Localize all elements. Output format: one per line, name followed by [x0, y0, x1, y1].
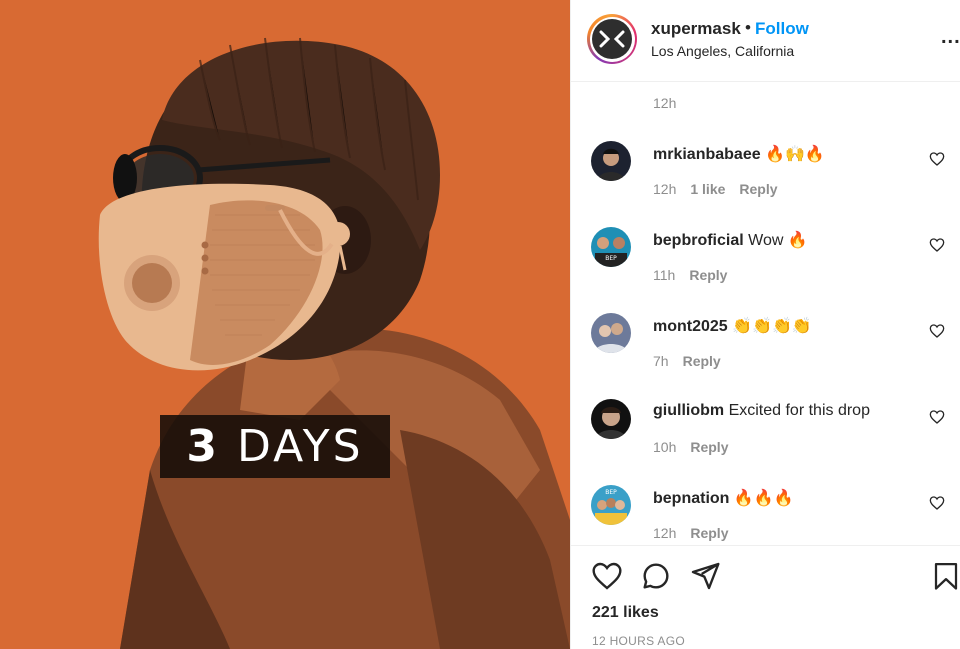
more-horizontal-icon[interactable]: ... [941, 26, 960, 49]
reply-button[interactable]: Reply [689, 267, 727, 283]
comment-item: giulliobm Excited for this drop 10h Reply [571, 399, 960, 479]
comment-time: 12h [653, 181, 677, 197]
username-link[interactable]: xupermask [651, 19, 741, 39]
reply-button[interactable]: Reply [690, 525, 728, 541]
location-link[interactable]: Los Angeles, California [651, 43, 794, 59]
caption-timestamp: 12h [653, 95, 677, 111]
svg-text:BEP: BEP [605, 489, 617, 496]
comment-text: mont2025 👏👏👏👏 [653, 316, 812, 336]
comment-text: bepbroficial Wow 🔥 [653, 230, 808, 250]
comment-item: mrkianbabaee 🔥🙌🔥 12h 1 like Reply [571, 141, 960, 221]
comment-item: BEP bepnation 🔥🔥🔥 12h Reply [571, 485, 960, 545]
profile-avatar[interactable] [587, 14, 637, 64]
avatar[interactable]: BEP [591, 485, 631, 525]
comment-meta: 11h Reply [653, 267, 741, 283]
follow-button[interactable]: Follow [755, 19, 809, 39]
days-caption: 3 DAYS [186, 421, 364, 472]
comment-body: Excited for this drop [728, 402, 870, 419]
comment-item: BEP bepbroficial Wow 🔥 11h Reply [571, 227, 960, 307]
avatar[interactable] [591, 399, 631, 439]
comment-time: 12h [653, 525, 677, 541]
comment-username[interactable]: mont2025 [653, 318, 728, 335]
heart-icon[interactable] [929, 151, 945, 167]
svg-text:BEP: BEP [605, 255, 617, 262]
comment-meta: 7h Reply [653, 353, 735, 369]
post-actions-footer: 221 likes 12 HOURS AGO [571, 545, 960, 649]
heart-icon[interactable] [929, 323, 945, 339]
likes-count[interactable]: 221 likes [592, 604, 659, 622]
separator-dot: • [745, 18, 751, 37]
comment-likes[interactable]: 1 like [690, 181, 725, 197]
post-sidebar: xupermask • Follow Los Angeles, Californ… [570, 0, 960, 649]
comment-username[interactable]: bepnation [653, 490, 729, 507]
comment-username[interactable]: bepbroficial [653, 232, 744, 249]
comment-meta: 10h Reply [653, 439, 742, 455]
comment-username[interactable]: mrkianbabaee [653, 146, 761, 163]
reply-button[interactable]: Reply [690, 439, 728, 455]
comment-body: 🔥🙌🔥 [765, 146, 825, 163]
comment-icon[interactable] [640, 560, 672, 592]
reply-button[interactable]: Reply [683, 353, 721, 369]
comment-text: giulliobm Excited for this drop [653, 402, 870, 420]
comment-meta: 12h Reply [653, 525, 742, 541]
bookmark-icon[interactable] [931, 560, 960, 592]
reply-button[interactable]: Reply [739, 181, 777, 197]
comment-time: 11h [653, 267, 676, 283]
post-image[interactable]: 3 DAYS [0, 0, 570, 649]
comment-item: mont2025 👏👏👏👏 7h Reply [571, 313, 960, 393]
post-timestamp: 12 HOURS AGO [592, 634, 685, 648]
heart-icon[interactable] [929, 237, 945, 253]
avatar[interactable] [591, 313, 631, 353]
comment-body: 🔥🔥🔥 [733, 490, 794, 507]
person-illustration [0, 0, 570, 649]
comment-time: 7h [653, 353, 669, 369]
comment-time: 10h [653, 439, 677, 455]
avatar[interactable] [591, 141, 631, 181]
comments-list[interactable]: 12h mrkianbabaee 🔥🙌🔥 12h 1 like Reply BEP … [571, 83, 960, 545]
comment-text: mrkianbabaee 🔥🙌🔥 [653, 144, 825, 164]
send-icon[interactable] [689, 560, 721, 592]
comment-body: 👏👏👏👏 [732, 318, 812, 335]
heart-icon[interactable] [591, 560, 623, 592]
days-banner: 3 DAYS [160, 415, 390, 478]
comment-username[interactable]: giulliobm [653, 402, 724, 419]
post-header: xupermask • Follow Los Angeles, Californ… [571, 0, 960, 82]
heart-icon[interactable] [929, 409, 945, 425]
comment-meta: 12h 1 like Reply [653, 181, 792, 197]
heart-icon[interactable] [929, 495, 945, 511]
xupermask-logo-icon [599, 30, 625, 48]
comment-text: bepnation 🔥🔥🔥 [653, 488, 794, 508]
avatar[interactable]: BEP [591, 227, 631, 267]
comment-body: Wow 🔥 [748, 232, 808, 249]
